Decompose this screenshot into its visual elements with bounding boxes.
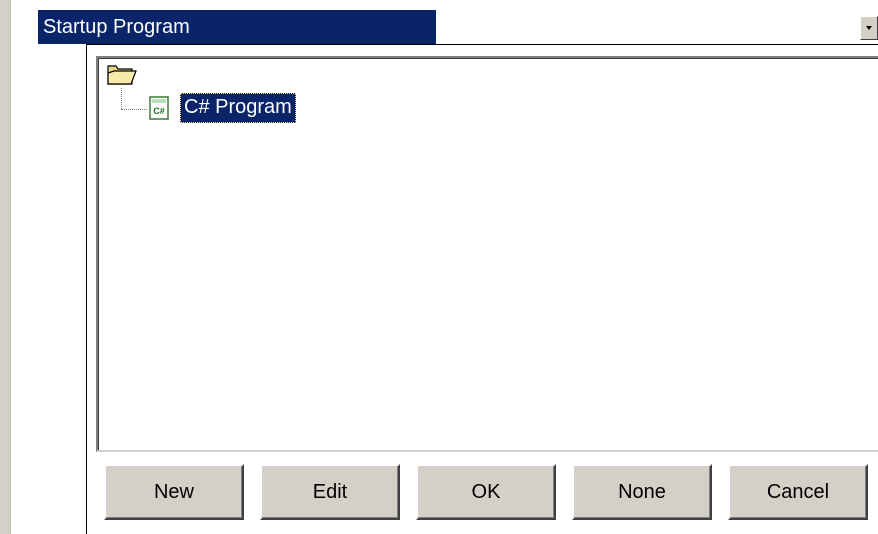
chevron-down-icon[interactable]: [860, 16, 878, 40]
folder-icon[interactable]: [106, 62, 138, 88]
gutter-divider: [10, 0, 11, 534]
property-row-startup-program[interactable]: Startup Program: [11, 10, 878, 44]
csharp-file-icon: C#: [149, 96, 169, 120]
property-name[interactable]: Startup Program: [38, 10, 447, 44]
ok-button[interactable]: OK: [416, 464, 556, 520]
svg-text:C#: C#: [153, 106, 165, 116]
edit-button[interactable]: Edit: [260, 464, 400, 520]
cancel-button[interactable]: Cancel: [728, 464, 868, 520]
property-value[interactable]: [436, 10, 856, 44]
none-button[interactable]: None: [572, 464, 712, 520]
tree-item-csharp-program[interactable]: C# Program: [180, 93, 296, 123]
tree-connector-horizontal: [121, 109, 147, 110]
new-button[interactable]: New: [104, 464, 244, 520]
property-grid-gutter: [0, 0, 10, 534]
tree-connector-vertical: [121, 88, 122, 109]
